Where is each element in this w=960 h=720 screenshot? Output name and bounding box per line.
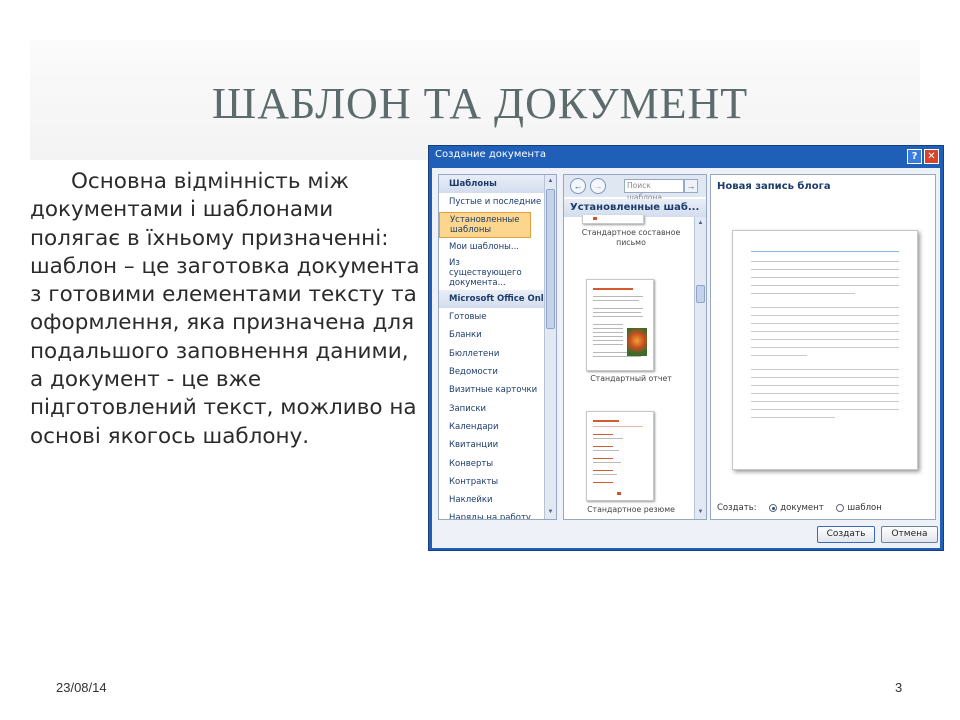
slide-page-number: 3 [895,680,903,695]
category-group-header: Шаблоны [439,175,556,194]
categories-scrollbar[interactable]: ▲ ▼ [544,175,556,519]
category-group-header: Microsoft Office Online [439,289,556,309]
search-go-icon[interactable]: → [684,179,698,193]
scroll-up-icon[interactable]: ▲ [696,218,705,228]
scroll-up-icon[interactable]: ▲ [546,176,555,186]
thumbnail-mark [593,217,597,220]
templates-scrollbar[interactable]: ▲ ▼ [694,217,706,519]
category-item[interactable]: Пустые и последние [439,193,556,211]
category-item[interactable]: Ведомости [439,363,556,381]
category-item[interactable]: Квитанции [439,436,556,454]
template-caption[interactable]: Стандартное резюме [568,505,694,515]
help-button[interactable]: ? [907,149,922,164]
category-item[interactable]: Готовые [439,308,556,326]
cancel-button[interactable]: Отмена [881,526,938,543]
template-search-input[interactable]: Поиск шаблона [624,179,684,202]
category-item[interactable]: Бюллетени [439,345,556,363]
category-item[interactable]: Календари [439,418,556,436]
thumbnail-image [627,328,647,356]
category-item[interactable]: Мои шаблоны... [439,238,556,256]
category-item[interactable]: Наклейки [439,491,556,509]
category-item[interactable]: Бланки [439,326,556,344]
category-item[interactable]: Конверты [439,455,556,473]
scrollbar-thumb[interactable] [696,285,705,303]
preview-pane: Новая запись блога Создать: документ шаб… [710,174,936,520]
category-item[interactable]: Визитные карточки [439,381,556,399]
template-preview [732,230,918,470]
template-thumbnail[interactable] [582,215,644,224]
template-caption[interactable]: Стандартное составное письмо [568,228,694,248]
document-radio[interactable] [769,503,778,512]
preview-title: Новая запись блога [717,181,831,192]
create-type-row: Создать: документ шаблон [717,503,882,513]
document-radio-label[interactable]: документ [780,503,823,513]
category-item[interactable]: Установленные шаблоны [439,211,531,238]
create-button[interactable]: Создать [817,526,875,543]
back-arrow-icon[interactable]: ← [570,178,586,194]
templates-pane: ← → Поиск шаблона → Установленные шаб...… [563,174,707,520]
categories-list: Шаблоны Пустые и последние Установленные ш… [439,175,556,519]
close-button[interactable]: ✕ [924,149,939,164]
templates-nav-bar: ← → Поиск шаблона → [564,175,706,202]
category-item[interactable]: Из существующего документа... [439,256,529,290]
create-label: Создать: [717,503,757,513]
slide-date: 23/08/14 [56,680,107,695]
dialog-client-area: Шаблоны Пустые и последние Установленные ш… [432,168,940,548]
dialog-title: Создание документа [435,149,547,160]
forward-arrow-icon[interactable]: → [590,178,606,194]
template-caption[interactable]: Стандартный отчет [568,374,694,384]
category-item[interactable]: Контракты [439,473,556,491]
scroll-down-icon[interactable]: ▼ [546,507,555,517]
category-item[interactable]: Записки [439,400,556,418]
template-radio-label[interactable]: шаблон [847,503,881,513]
category-item[interactable]: Наряды на работу [439,509,556,519]
template-thumbnail[interactable] [586,279,654,371]
scroll-down-icon[interactable]: ▼ [696,507,705,517]
new-document-dialog: Создание документа ? ✕ Шаблоны Пустые и п… [428,145,944,551]
slide-title: ШАБЛОН ТА ДОКУМЕНТ [211,79,749,128]
slide-body-text: Основна відмінність між документами і ша… [30,169,420,449]
categories-pane: Шаблоны Пустые и последние Установленные ш… [438,174,557,520]
template-thumbnail[interactable] [586,411,654,501]
scrollbar-thumb[interactable] [546,189,555,329]
template-radio[interactable] [836,503,845,512]
